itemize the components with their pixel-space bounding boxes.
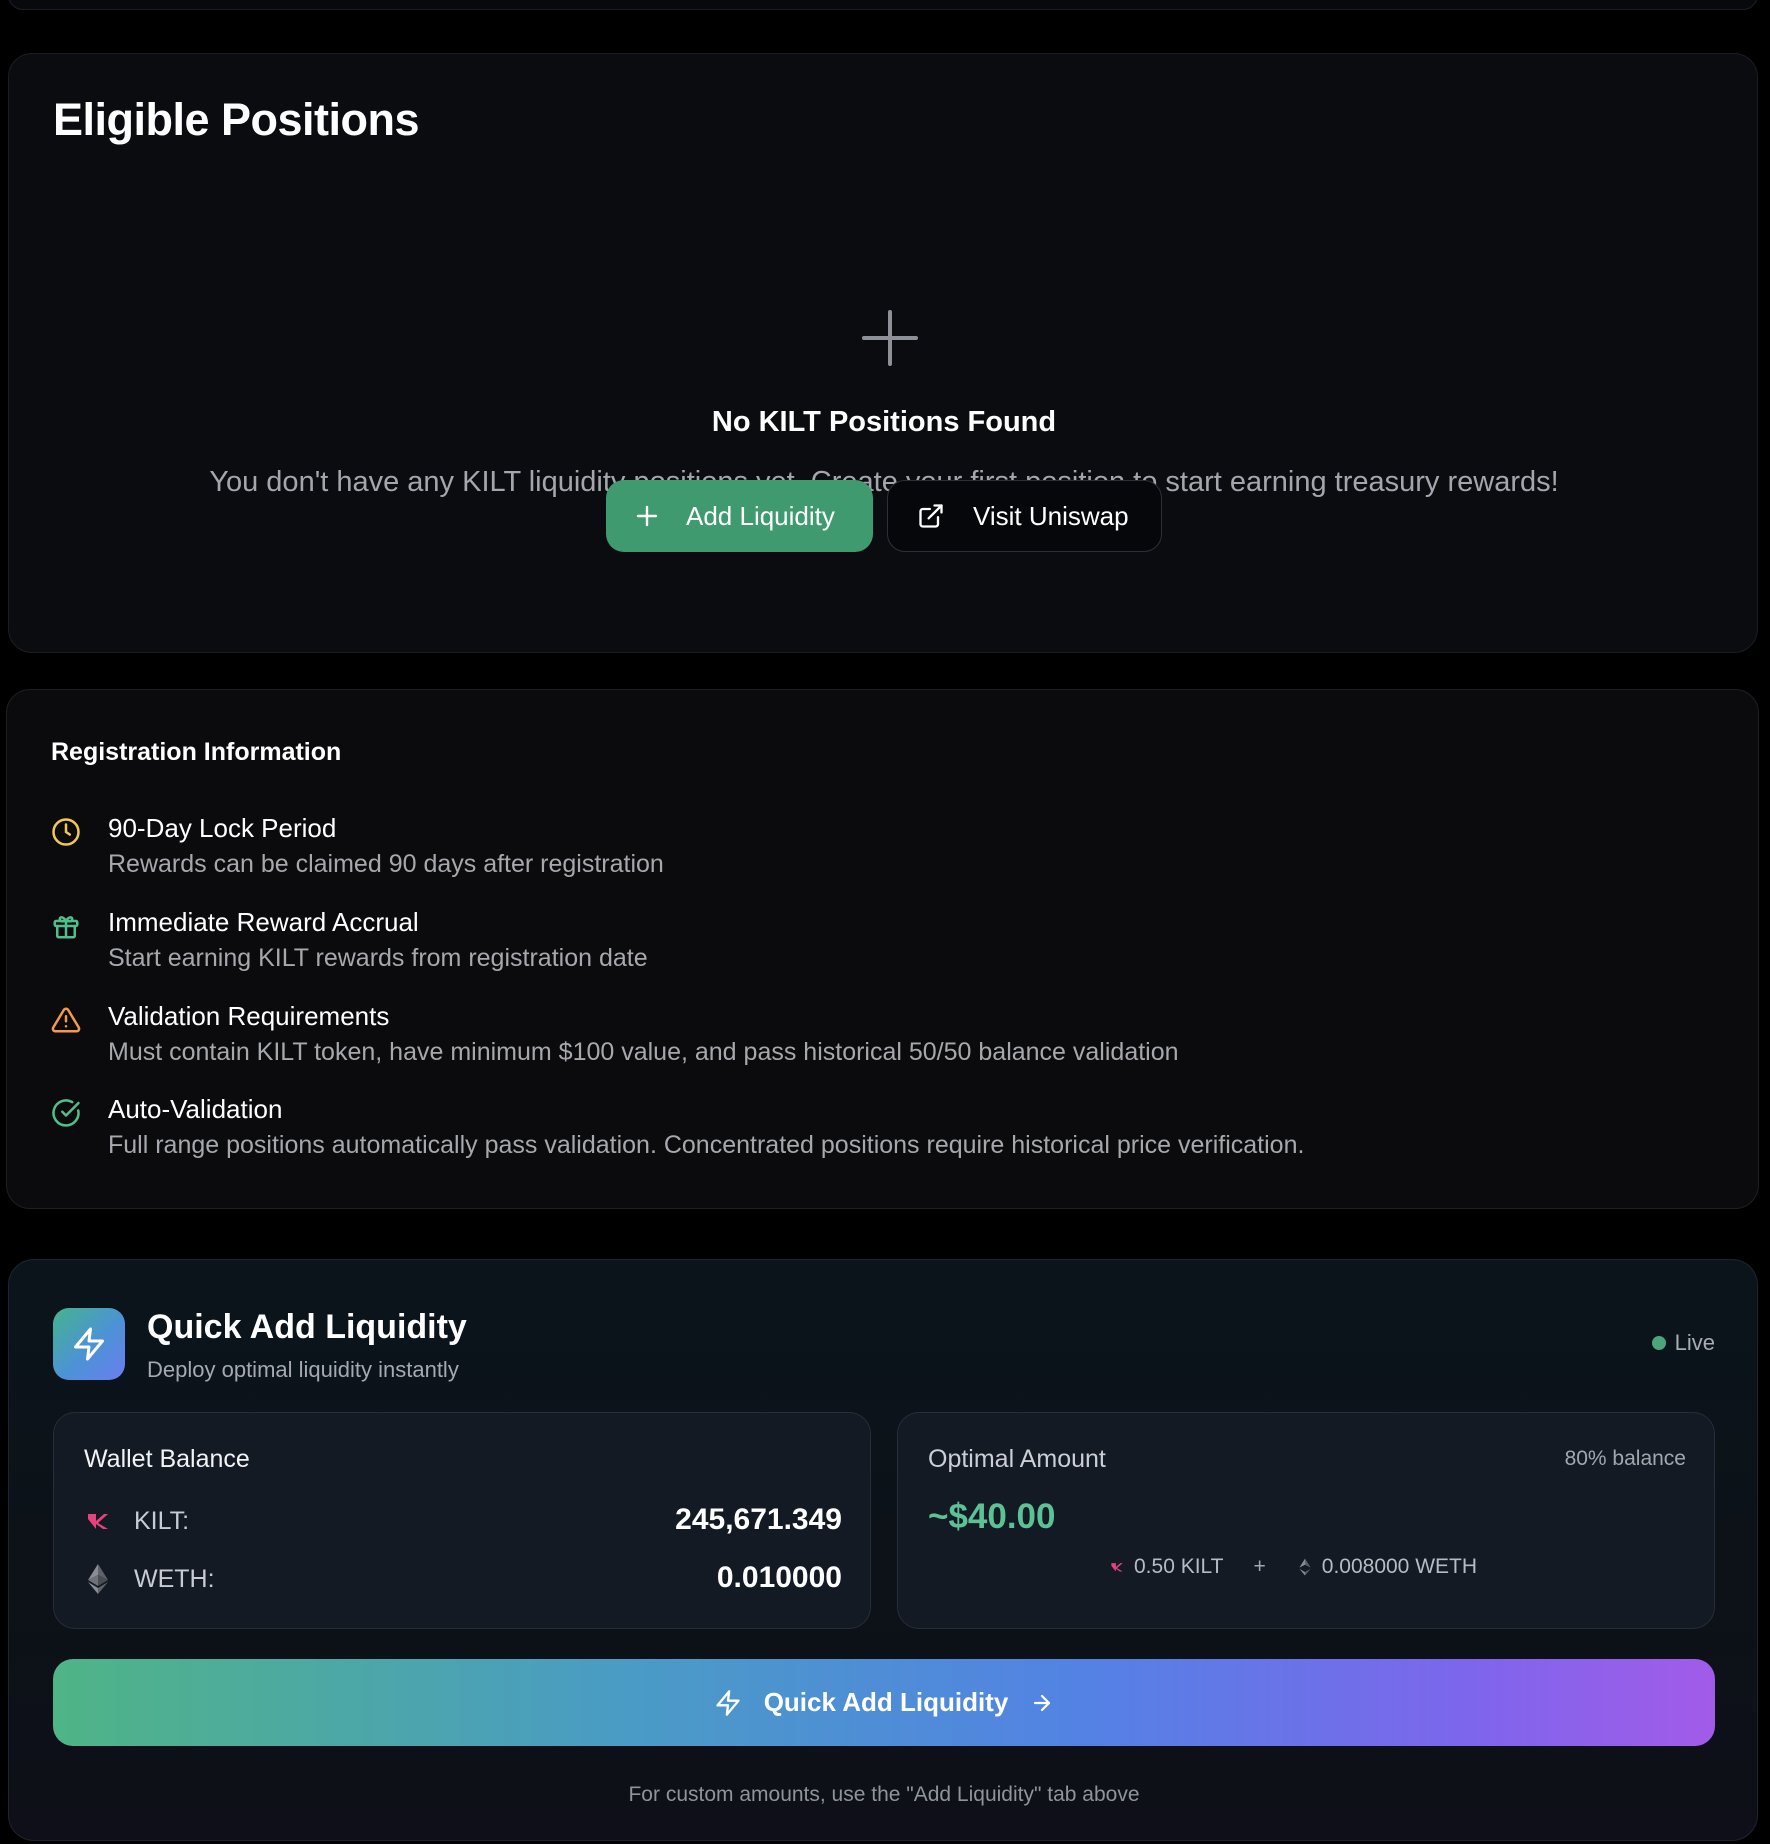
optimal-amount-value: ~$40.00 <box>928 1497 1056 1536</box>
live-status-badge: Live <box>1651 1330 1715 1356</box>
visit-uniswap-button[interactable]: Visit Uniswap <box>887 480 1162 552</box>
live-status-label: Live <box>1674 1330 1715 1355</box>
reg-item-description: Start earning KILT rewards from registra… <box>108 944 648 972</box>
wallet-row-weth: WETH: 0.010000 <box>84 1559 842 1599</box>
eligible-positions-title: Eligible Positions <box>53 94 420 145</box>
arrow-right-icon <box>1034 1694 1051 1711</box>
warning-icon <box>51 1007 81 1033</box>
plus-icon <box>862 310 918 366</box>
reg-item-description: Full range positions automatically pass … <box>108 1131 1305 1159</box>
clock-icon <box>52 818 80 846</box>
page: Eligible Positions No KILT Positions Fou… <box>0 0 1770 1844</box>
lightning-icon <box>74 1327 104 1361</box>
optimal-token-split: 0.50 KILT + 0.008000 WETH <box>1108 1555 1477 1579</box>
lightning-icon <box>716 1689 740 1716</box>
check-circle-icon <box>52 1099 80 1127</box>
wallet-kilt-value: 245,671.349 <box>675 1503 842 1536</box>
reg-item-description: Rewards can be claimed 90 days after reg… <box>108 850 664 878</box>
wallet-weth-value: 0.010000 <box>716 1561 842 1594</box>
quick-add-liquidity-button[interactable]: Quick Add Liquidity <box>53 1659 1715 1746</box>
previous-card-edge <box>8 0 1758 10</box>
optimal-kilt-amount: 0.50 KILT <box>1134 1555 1224 1578</box>
gift-icon <box>53 916 79 939</box>
split-plus-sign: + <box>1253 1555 1266 1578</box>
empty-state-title: No KILT Positions Found <box>711 406 1057 438</box>
quick-add-icon-tile <box>53 1308 125 1380</box>
empty-state-description: You don't have any KILT liquidity positi… <box>209 466 1559 498</box>
quick-add-liquidity-card: Quick Add Liquidity Deploy optimal liqui… <box>8 1259 1758 1841</box>
reg-item-title: Auto-Validation <box>108 1094 283 1124</box>
wallet-kilt-label: KILT: <box>134 1507 190 1535</box>
reg-item-description: Must contain KILT token, have minimum $1… <box>108 1038 1179 1066</box>
wallet-row-kilt: KILT: 245,671.349 <box>84 1501 842 1541</box>
optimal-amount-panel: Optimal Amount 80% balance ~$40.00 0.50 … <box>897 1412 1715 1629</box>
registration-info-title: Registration Information <box>51 738 342 766</box>
reg-item-title: 90-Day Lock Period <box>108 813 337 843</box>
kilt-icon <box>1111 1563 1123 1572</box>
live-status-dot <box>1651 1336 1666 1350</box>
kilt-icon <box>88 1514 108 1529</box>
quick-add-subtitle: Deploy optimal liquidity instantly <box>147 1357 459 1382</box>
balance-percentage-note: 80% balance <box>1564 1447 1686 1470</box>
ethereum-icon <box>88 1564 108 1594</box>
wallet-balance-heading: Wallet Balance <box>84 1445 250 1473</box>
registration-info-card: Registration Information 90-Day Lock Per… <box>6 689 1759 1209</box>
add-liquidity-label: Add Liquidity <box>686 500 835 531</box>
ethereum-icon <box>1299 1558 1311 1576</box>
quick-add-button-label: Quick Add Liquidity <box>763 1687 1009 1717</box>
visit-uniswap-label: Visit Uniswap <box>973 500 1129 531</box>
quick-add-title: Quick Add Liquidity <box>147 1308 467 1346</box>
add-liquidity-button[interactable]: Add Liquidity <box>606 480 873 552</box>
optimal-amount-heading: Optimal Amount <box>928 1445 1106 1473</box>
external-link-icon <box>919 504 943 528</box>
wallet-weth-label: WETH: <box>134 1565 215 1593</box>
plus-icon <box>636 505 658 527</box>
reg-item-title: Validation Requirements <box>108 1001 390 1031</box>
reg-item-title: Immediate Reward Accrual <box>108 907 419 937</box>
wallet-balance-panel: Wallet Balance KILT: 245,671.349 WETH: 0… <box>53 1412 871 1629</box>
eligible-positions-card: Eligible Positions No KILT Positions Fou… <box>8 53 1758 653</box>
custom-amount-hint: For custom amounts, use the "Add Liquidi… <box>628 1783 1140 1806</box>
optimal-weth-amount: 0.008000 WETH <box>1321 1555 1478 1578</box>
